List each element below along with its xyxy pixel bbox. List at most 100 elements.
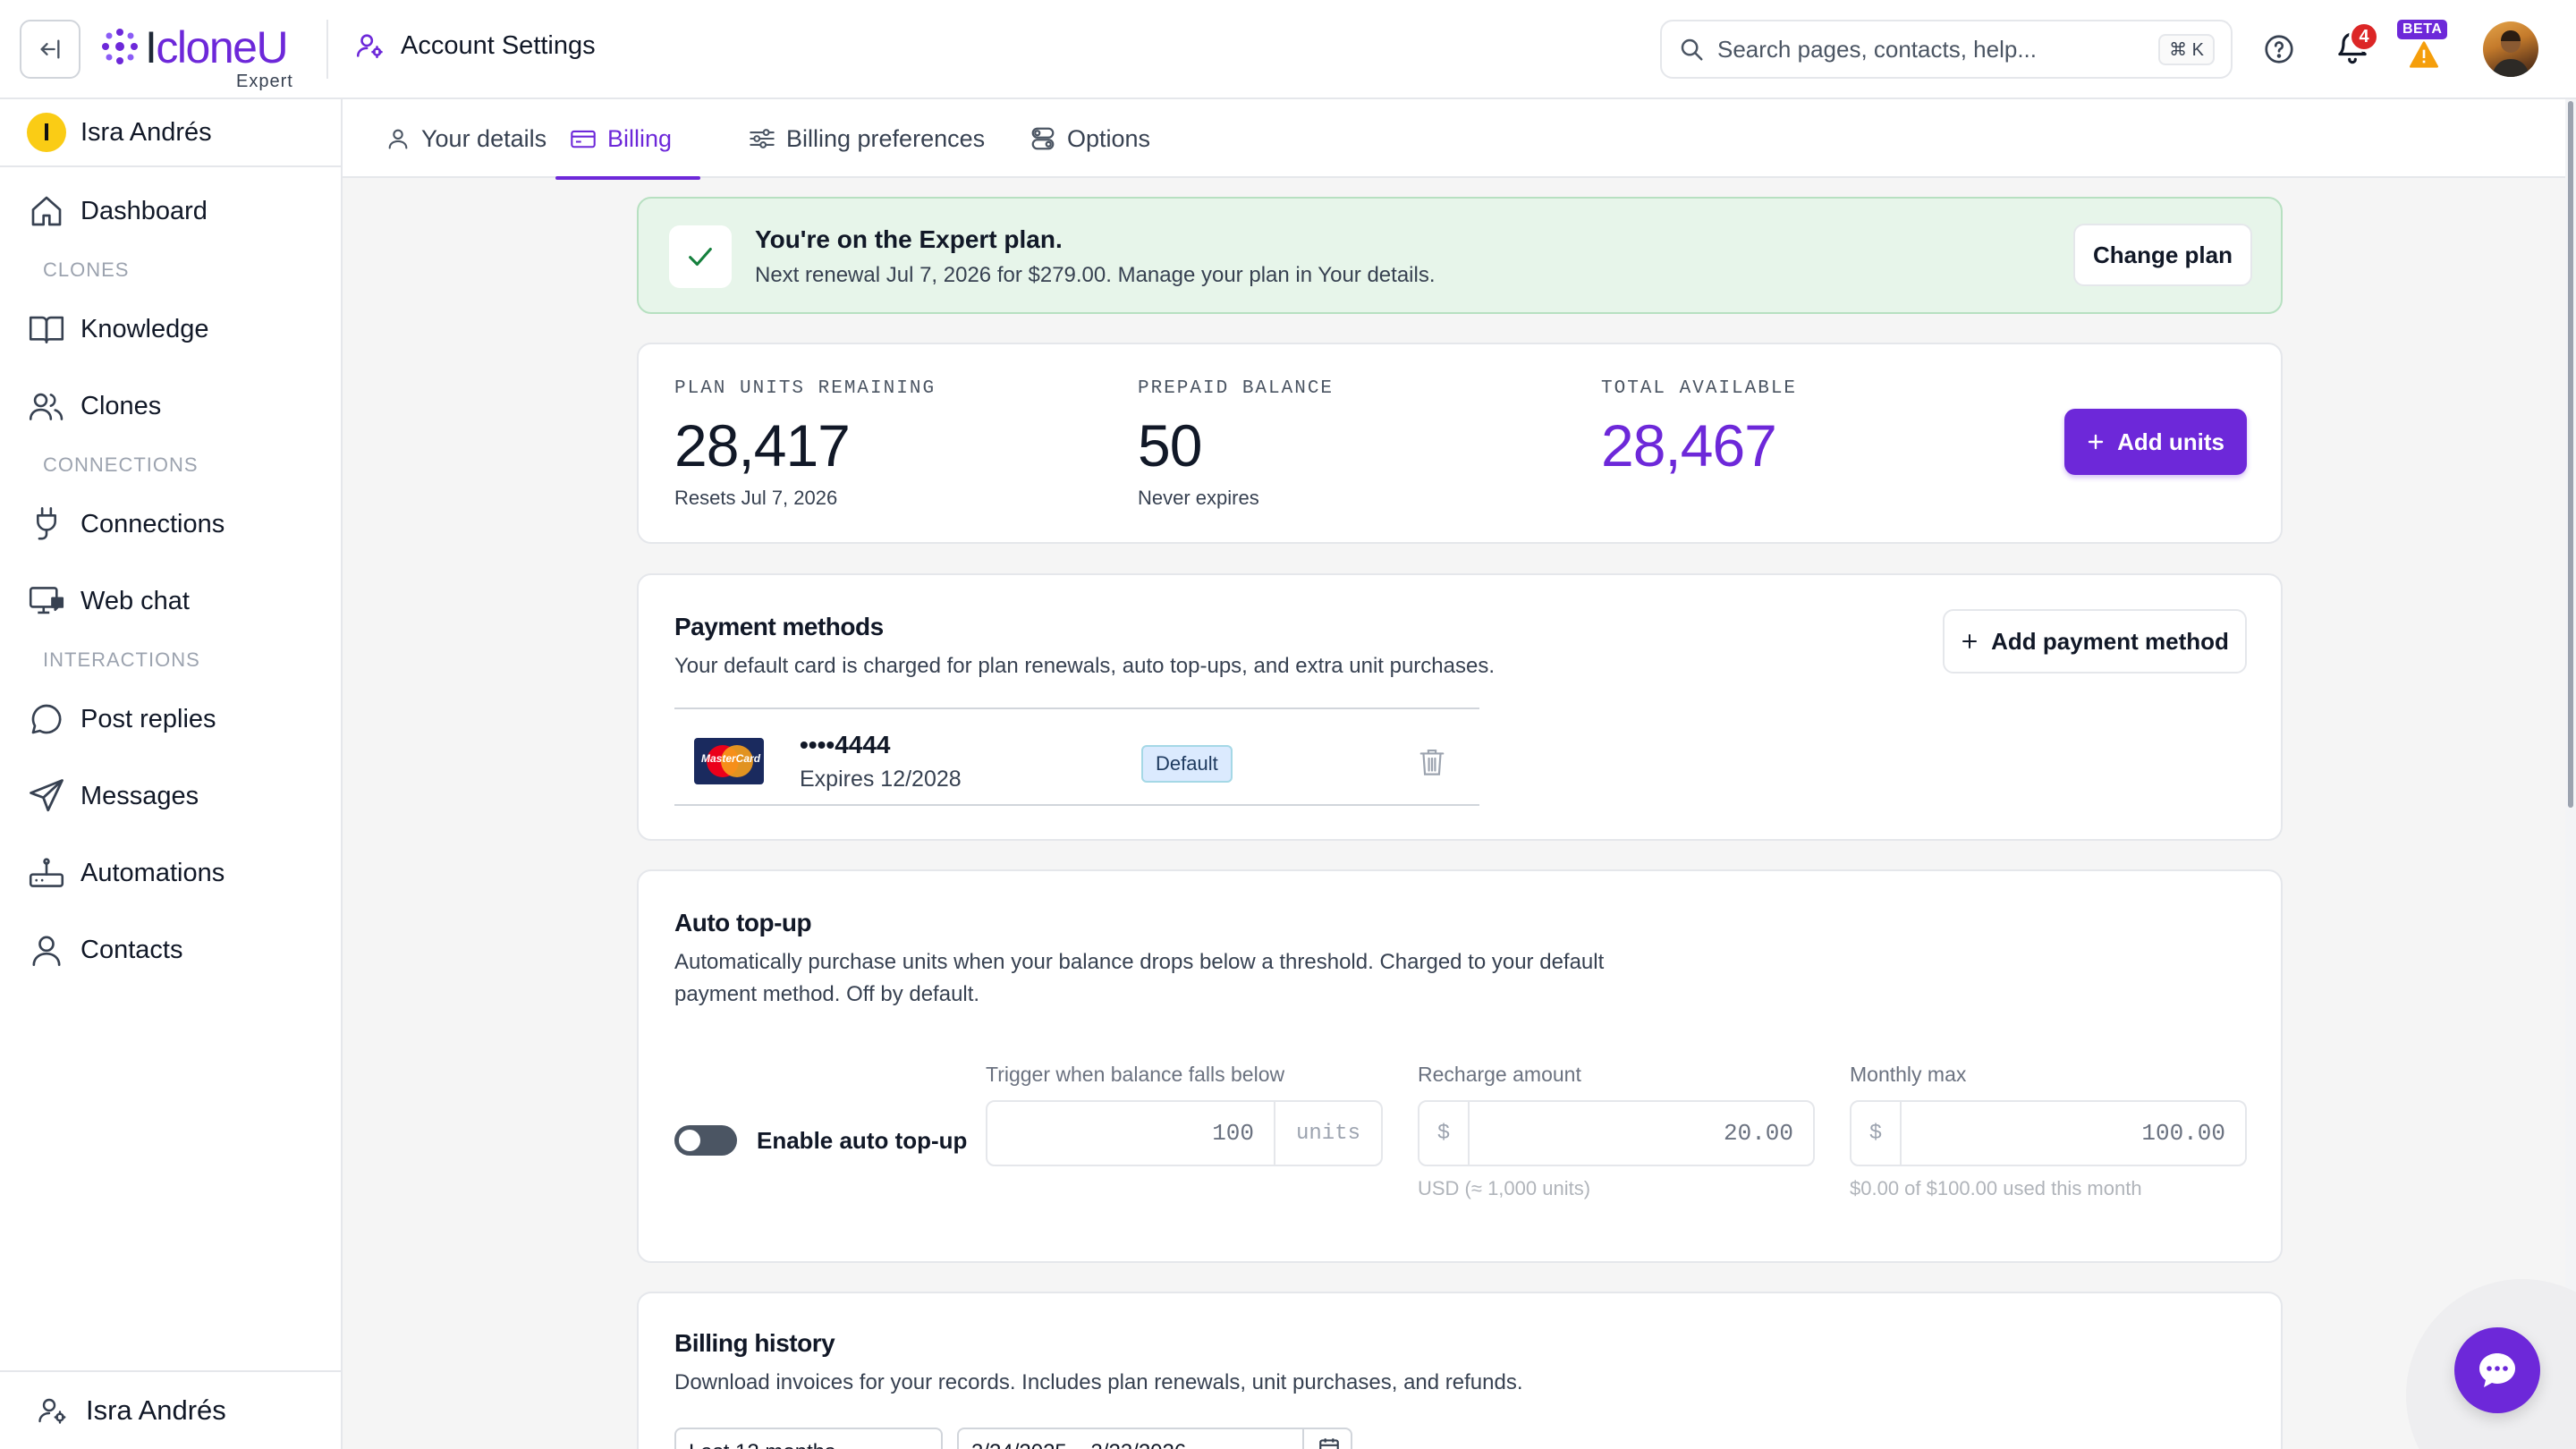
section-label-connections: CONNECTIONS (43, 453, 199, 476)
monitor-chat-icon (27, 581, 66, 621)
section-label-clones: CLONES (43, 258, 130, 281)
mastercard-logo-icon: MasterCard (694, 738, 764, 784)
stat-note: Never expires (1138, 487, 1259, 509)
plus-icon (2088, 434, 2104, 450)
units-suffix: units (1274, 1102, 1381, 1165)
page-scrollbar-thumb[interactable] (2568, 101, 2573, 808)
user-icon (388, 129, 408, 149)
speech-bubble-icon (27, 699, 66, 739)
logo-mark-icon (102, 29, 138, 64)
trigger-threshold-input[interactable] (987, 1102, 1274, 1165)
payment-methods-card: Payment methods Your default card is cha… (637, 573, 2283, 841)
user-initial-avatar: I (27, 113, 66, 152)
tab-label: Your details (421, 124, 547, 152)
plan-title: You're on the Expert plan. (755, 225, 1063, 253)
stat-label: PLAN UNITS REMAINING (674, 378, 936, 399)
prepaid-balance-stat: PREPAID BALANCE 50 Never expires (1138, 378, 1334, 510)
tab-label: Options (1067, 124, 1151, 152)
user-avatar[interactable] (2483, 21, 2538, 77)
sidebar-item-label: Clones (80, 391, 162, 420)
monthly-max-input[interactable] (1902, 1102, 2245, 1165)
workspace-user-switcher[interactable]: I Isra Andrés (0, 99, 341, 167)
question-circle-icon (2265, 35, 2293, 64)
stat-value: 28,467 (1601, 412, 1777, 479)
section-title: Payment methods (674, 613, 884, 640)
sidebar-item-label: Automations (80, 858, 225, 887)
tab-billing-preferences[interactable]: Billing preferences (749, 99, 985, 178)
button-label: Add units (2117, 428, 2224, 455)
sidebar: I Isra Andrés Dashboard CLONES Knowledge… (0, 99, 343, 1449)
workspace-user-name: Isra Andrés (80, 117, 212, 147)
sidebar-item-label: Dashboard (80, 196, 208, 225)
tab-billing[interactable]: Billing (555, 99, 701, 180)
change-plan-button[interactable]: Change plan (2073, 224, 2252, 286)
sidebar-account-menu[interactable]: Isra Andrés (0, 1370, 341, 1449)
select-value: Last 12 months (689, 1440, 835, 1449)
toggles-icon (1031, 127, 1055, 150)
book-icon (27, 309, 66, 349)
button-label: Add payment method (1991, 627, 2229, 655)
card-expiry: Expires 12/2028 (800, 767, 962, 792)
monthly-max-help: $0.00 of $100.00 used this month (1850, 1177, 2142, 1199)
chat-launcher-button[interactable] (2454, 1327, 2540, 1413)
recharge-amount-input[interactable] (1470, 1102, 1813, 1165)
sidebar-item-label: Messages (80, 781, 199, 810)
brand-tier: Expert (236, 72, 293, 91)
recharge-amount-help: USD (≈ 1,000 units) (1418, 1177, 1591, 1199)
billing-history-card: Billing history Download invoices for yo… (637, 1292, 2283, 1449)
global-search[interactable]: ⌘ K (1660, 20, 2233, 79)
currency-prefix: $ (1852, 1102, 1902, 1165)
auto-topup-toggle-label: Enable auto top-up (757, 1127, 968, 1154)
date-range-preset-select[interactable]: Last 12 months (674, 1428, 943, 1449)
calendar-button[interactable] (1302, 1429, 1351, 1449)
page-title: Account Settings (401, 30, 596, 60)
section-title: Auto top-up (674, 909, 812, 936)
warning-icon (2410, 41, 2438, 68)
beta-indicator[interactable]: BETA (2397, 20, 2449, 72)
search-input[interactable] (1717, 35, 2159, 64)
account-user-name: Isra Andrés (86, 1394, 226, 1426)
tab-your-details[interactable]: Your details (386, 99, 547, 178)
section-label-interactions: INTERACTIONS (43, 648, 200, 671)
add-payment-method-button[interactable]: Add payment method (1943, 609, 2247, 674)
settings-tabs: Your details Billing Billing preferences… (343, 99, 2567, 180)
tab-options[interactable]: Options (1030, 99, 1150, 178)
page-title-group: Account Settings (354, 30, 596, 61)
date-range-value: 3/24/2025 – 3/23/2026 (971, 1440, 1186, 1449)
sidebar-item-dashboard[interactable]: Dashboard (0, 173, 341, 250)
plan-units-stat: PLAN UNITS REMAINING 28,417 Resets Jul 7… (674, 378, 936, 510)
sidebar-item-web-chat[interactable]: Web chat (0, 563, 341, 640)
auto-topup-toggle[interactable] (674, 1125, 737, 1156)
sidebar-item-contacts[interactable]: Contacts (0, 911, 341, 988)
section-description: Your default card is charged for plan re… (674, 654, 1496, 678)
collapse-sidebar-button[interactable] (20, 20, 80, 79)
sidebar-item-post-replies[interactable]: Post replies (0, 681, 341, 758)
sidebar-item-connections[interactable]: Connections (0, 486, 341, 563)
user-settings-icon (38, 1398, 66, 1424)
sidebar-item-label: Connections (80, 509, 225, 538)
sidebar-item-label: Post replies (80, 704, 216, 733)
credit-card-icon (571, 130, 596, 148)
card-brand-text: MasterCard (701, 752, 761, 765)
trigger-threshold-field: units (986, 1100, 1383, 1166)
search-shortcut-hint: ⌘ K (2158, 33, 2215, 65)
chat-bubble-icon (2479, 1353, 2515, 1387)
sidebar-item-label: Contacts (80, 935, 183, 964)
user-settings-icon (356, 34, 383, 59)
calendar-icon (1319, 1438, 1339, 1449)
notification-count-badge: 4 (2349, 21, 2379, 52)
plan-status-banner: You're on the Expert plan. Next renewal … (637, 197, 2283, 314)
stat-label: TOTAL AVAILABLE (1601, 378, 1798, 399)
sidebar-item-automations[interactable]: Automations (0, 835, 341, 911)
add-units-button[interactable]: Add units (2064, 409, 2247, 475)
monthly-max-field: $ (1850, 1100, 2247, 1166)
sidebar-item-knowledge[interactable]: Knowledge (0, 291, 341, 368)
date-range-picker[interactable]: 3/24/2025 – 3/23/2026 (957, 1428, 1352, 1449)
delete-card-button[interactable] (1419, 747, 1445, 780)
sidebar-item-messages[interactable]: Messages (0, 758, 341, 835)
sidebar-item-clones[interactable]: Clones (0, 368, 341, 445)
trash-icon (1419, 749, 1445, 775)
home-icon (27, 191, 66, 231)
help-button[interactable] (2259, 30, 2299, 69)
active-tab-indicator (555, 176, 701, 180)
